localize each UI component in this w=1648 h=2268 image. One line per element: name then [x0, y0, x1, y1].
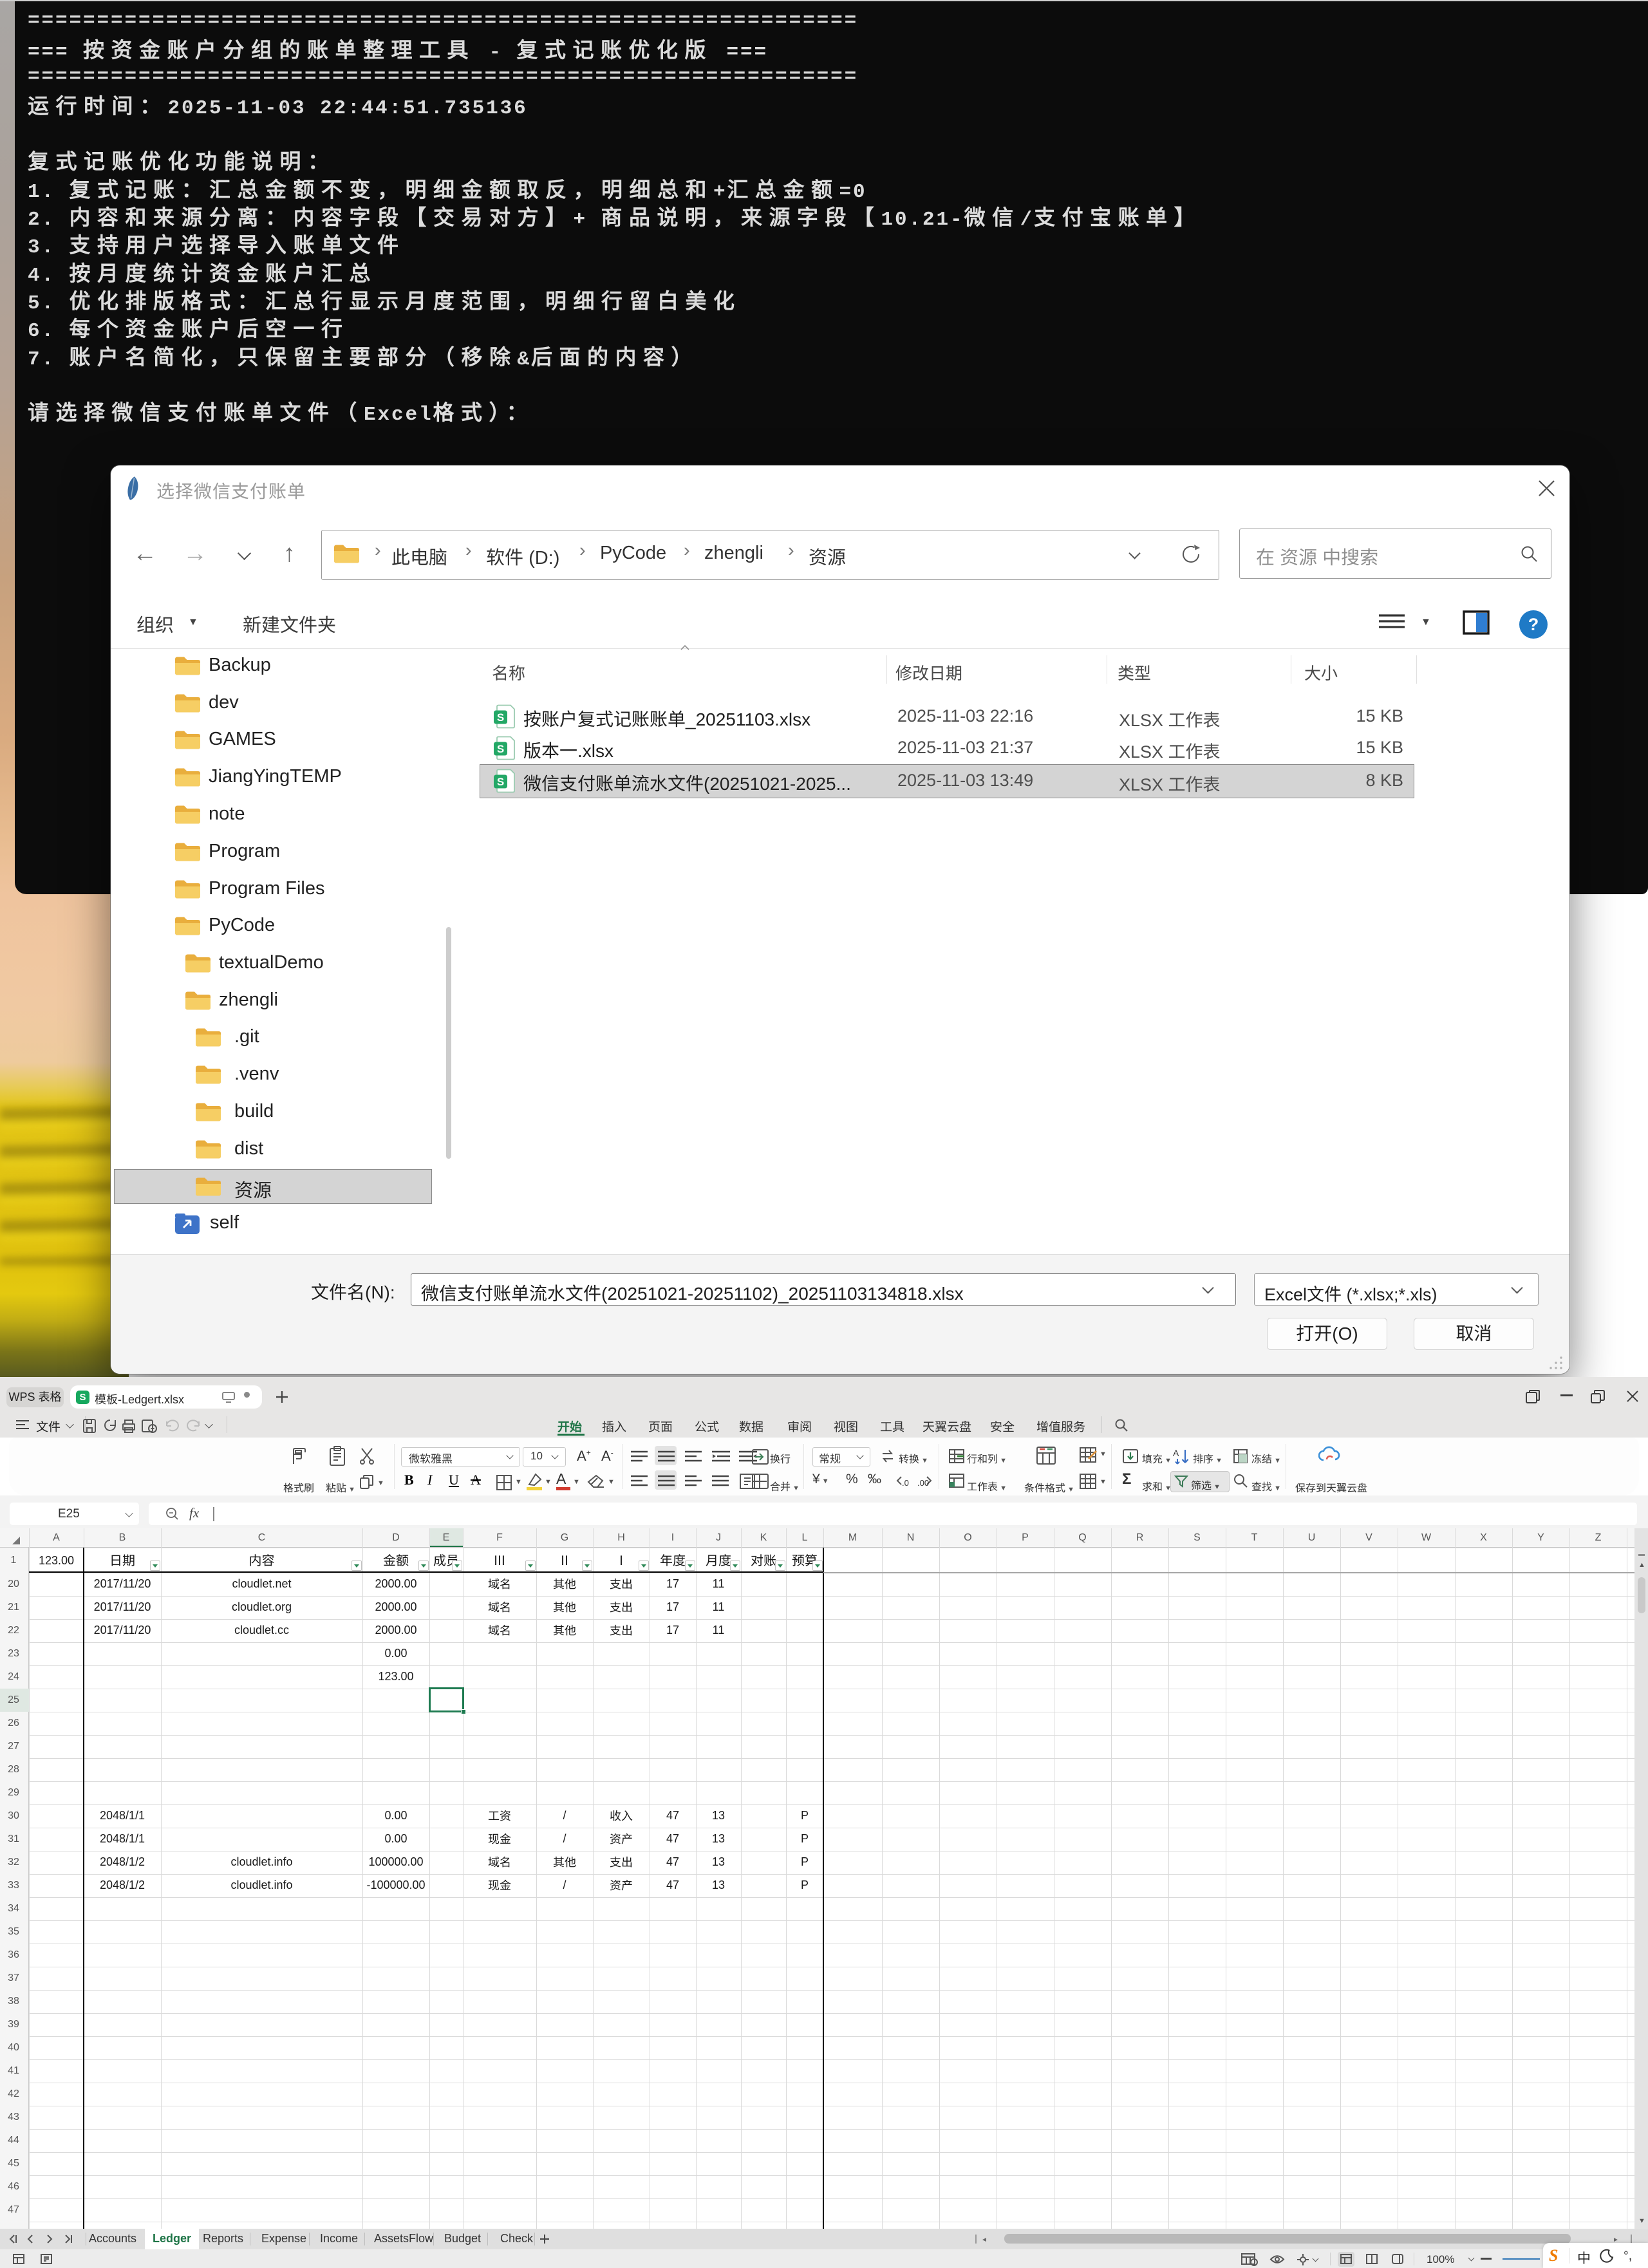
svg-text:S: S: [497, 743, 504, 755]
svg-text:S: S: [497, 711, 504, 724]
svg-text:S: S: [497, 776, 504, 788]
svg-text:A: A: [1173, 1448, 1179, 1458]
svg-text:.00: .00: [917, 1478, 929, 1488]
svg-text:.0: .0: [902, 1478, 909, 1488]
